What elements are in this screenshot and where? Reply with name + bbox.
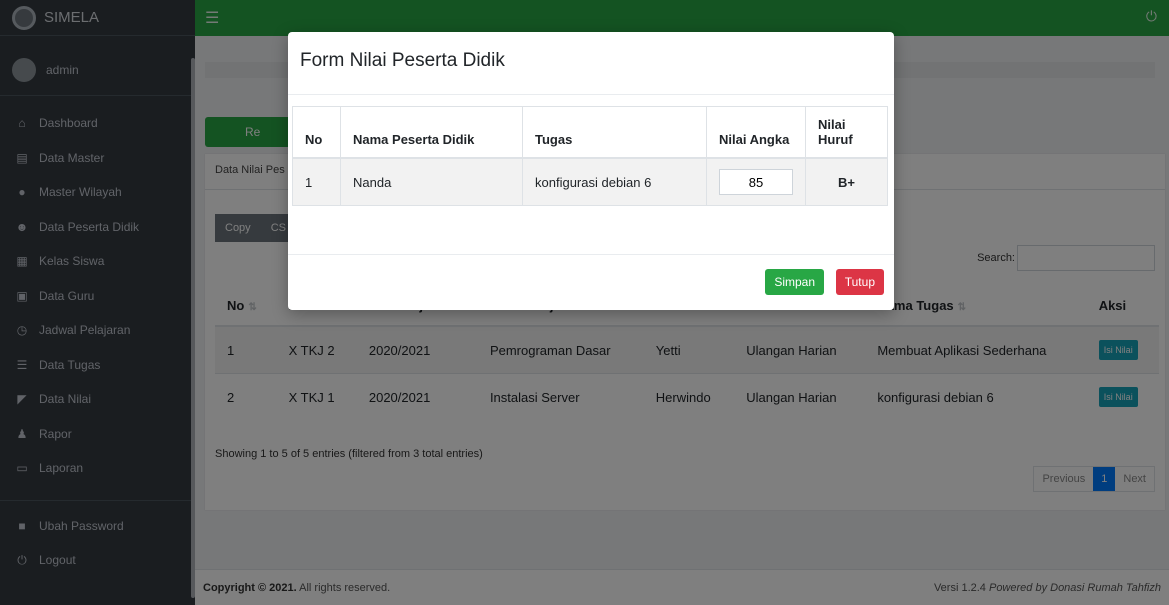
- save-button[interactable]: Simpan: [765, 269, 824, 295]
- column-header: No: [292, 106, 341, 159]
- nilai-angka-input[interactable]: [719, 169, 793, 195]
- table-cell: [706, 157, 806, 206]
- form-nilai-modal: Form Nilai Peserta Didik No Nama Peserta…: [288, 32, 894, 310]
- table-cell: konfigurasi debian 6: [522, 157, 707, 206]
- nilai-huruf-cell: B+: [805, 157, 888, 206]
- column-header: Tugas: [522, 106, 707, 159]
- table-cell: 1: [292, 157, 341, 206]
- modal-title: Form Nilai Peserta Didik: [288, 32, 894, 95]
- table-cell: Nanda: [340, 157, 523, 206]
- table-row: 1 Nanda konfigurasi debian 6 B+: [292, 157, 888, 206]
- modal-table: No Nama Peserta Didik Tugas Nilai Angka …: [292, 106, 888, 206]
- modal-footer: Simpan Tutup: [288, 254, 894, 310]
- column-header: Nilai Angka: [706, 106, 806, 159]
- column-header: Nama Peserta Didik: [340, 106, 523, 159]
- close-button[interactable]: Tutup: [835, 269, 884, 295]
- column-header: Nilai Huruf: [805, 106, 888, 159]
